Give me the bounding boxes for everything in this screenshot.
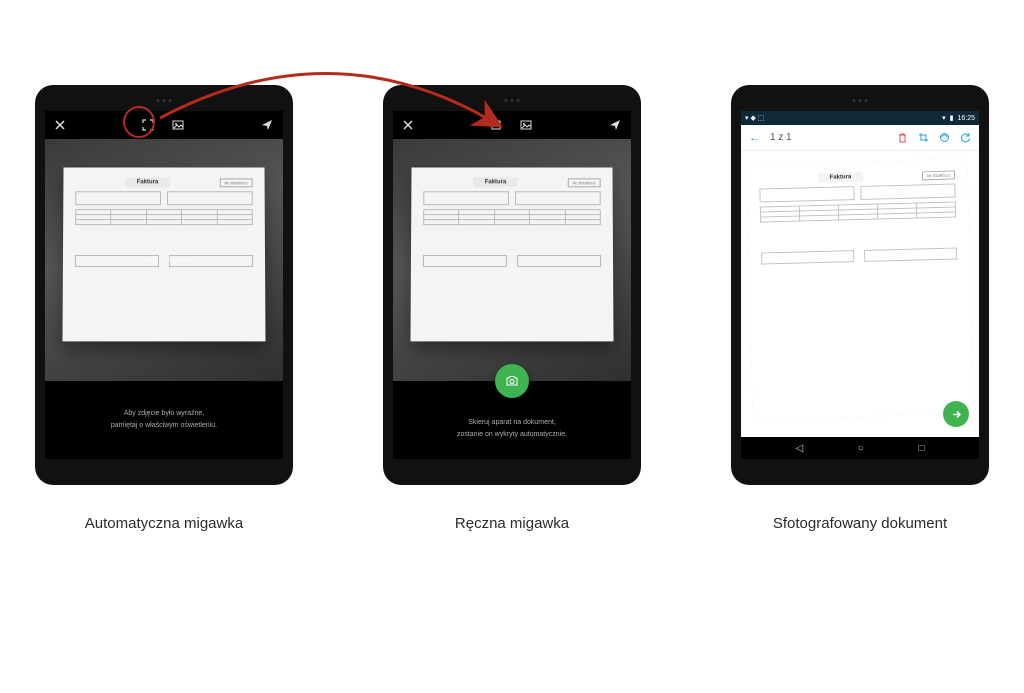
send-icon: [951, 409, 962, 420]
hint-line-2: pamiętaj o właściwym oświetleniu.: [111, 421, 217, 431]
hint-line-1: Aby zdjęcie było wyraźne,: [124, 409, 205, 419]
manual-toggle-icon[interactable]: [490, 119, 502, 131]
battery-icon: ▮: [950, 114, 954, 122]
android-back-icon[interactable]: ◁: [796, 443, 804, 454]
panel-result: ▾ ◆ ⬚ ▾ ▮ 16:25 ← 1 z 1: [731, 85, 989, 532]
enhance-icon[interactable]: [939, 132, 950, 143]
trash-icon[interactable]: [897, 132, 908, 143]
scanned-document: Faktura Nr 2016/01/1: [746, 158, 975, 420]
camera-topbar: [393, 111, 631, 139]
camera-bottom-bar: Aby zdjęcie było wyraźne, pamiętaj o wła…: [45, 381, 283, 459]
doc-number: Nr 2016/01/1: [568, 178, 601, 187]
send-icon[interactable]: [261, 119, 273, 131]
diagram-stage: Faktura Nr 2016/01/1 Szukam dokumentu Ab…: [0, 40, 1024, 653]
doc-title: Faktura: [818, 172, 864, 183]
camera-bottom-bar: Skieruj aparat na dokument, zostanie on …: [393, 381, 631, 459]
crop-icon[interactable]: [918, 132, 929, 143]
tablet-frame: Faktura Nr 2016/01/1 Szukam dokumentu Ab…: [35, 85, 293, 485]
rotate-icon[interactable]: [960, 132, 971, 143]
camera-screen-auto: Faktura Nr 2016/01/1 Szukam dokumentu Ab…: [45, 111, 283, 459]
back-arrow-icon[interactable]: ←: [749, 132, 760, 144]
status-left-icons: ▾ ◆ ⬚: [745, 114, 764, 122]
panel-automatic: Faktura Nr 2016/01/1 Szukam dokumentu Ab…: [35, 85, 293, 532]
android-recent-icon[interactable]: □: [918, 443, 924, 454]
android-status-bar: ▾ ◆ ⬚ ▾ ▮ 16:25: [741, 111, 979, 125]
close-icon[interactable]: [403, 120, 413, 130]
tablet-frame: Faktura Nr 2016/01/1: [383, 85, 641, 485]
viewfinder: Faktura Nr 2016/01/1 Szukam dokumentu: [45, 139, 283, 381]
viewfinder: Faktura Nr 2016/01/1: [393, 139, 631, 381]
panel-manual: Faktura Nr 2016/01/1: [383, 85, 641, 532]
wifi-icon: ▾: [942, 114, 946, 122]
panel-caption: Ręczna migawka: [455, 515, 569, 532]
android-home-icon[interactable]: ○: [858, 443, 864, 454]
auto-capture-icon[interactable]: [142, 119, 154, 131]
doc-title: Faktura: [473, 177, 519, 187]
document-preview: Faktura Nr 2016/01/1: [62, 167, 265, 341]
send-fab-button[interactable]: [943, 401, 969, 427]
gallery-icon[interactable]: [172, 119, 184, 131]
page-indicator: 1 z 1: [770, 132, 792, 143]
android-nav-bar: ◁ ○ □: [741, 437, 979, 459]
panel-caption: Automatyczna migawka: [85, 515, 243, 532]
doc-title: Faktura: [125, 177, 171, 187]
camera-icon: [505, 374, 519, 388]
send-icon[interactable]: [609, 119, 621, 131]
hint-line-2: zostanie on wykryty automatycznie.: [457, 430, 567, 440]
tablet-frame: ▾ ◆ ⬚ ▾ ▮ 16:25 ← 1 z 1: [731, 85, 989, 485]
close-icon[interactable]: [55, 120, 65, 130]
doc-number: Nr 2016/01/1: [220, 178, 253, 187]
camera-screen-manual: Faktura Nr 2016/01/1: [393, 111, 631, 459]
result-screen: ▾ ◆ ⬚ ▾ ▮ 16:25 ← 1 z 1: [741, 111, 979, 459]
gallery-icon[interactable]: [520, 119, 532, 131]
doc-number: Nr 2016/01/1: [922, 170, 955, 180]
shutter-button[interactable]: [495, 364, 529, 398]
scanning-overlay-text: Szukam dokumentu: [129, 256, 200, 265]
status-time: 16:25: [957, 115, 975, 122]
result-body: Faktura Nr 2016/01/1: [741, 151, 979, 437]
hint-line-1: Skieruj aparat na dokument,: [468, 418, 556, 428]
camera-topbar: [45, 111, 283, 139]
document-preview: Faktura Nr 2016/01/1: [410, 167, 613, 341]
result-toolbar: ← 1 z 1: [741, 125, 979, 151]
panel-caption: Sfotografowany dokument: [773, 515, 947, 532]
